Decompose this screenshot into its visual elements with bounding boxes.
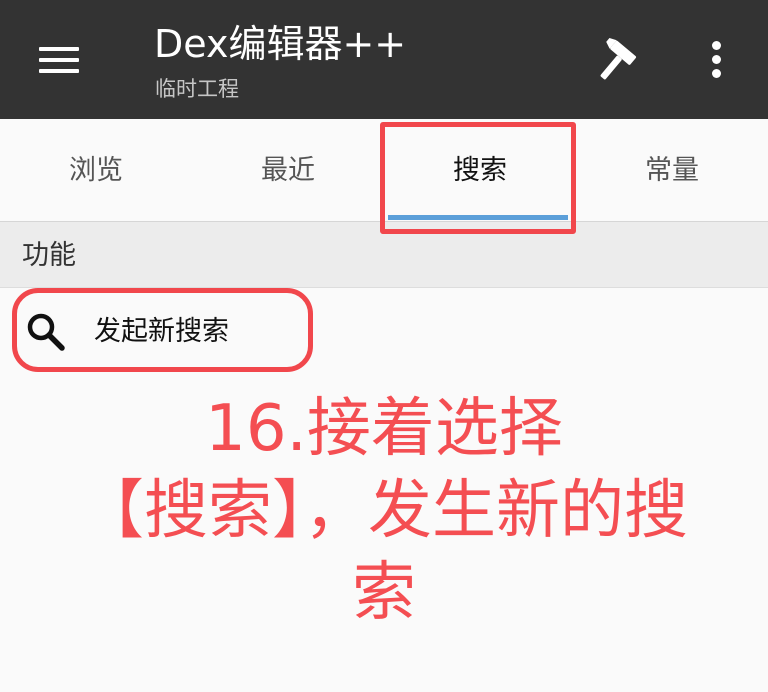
tab-constants[interactable]: 常量	[576, 119, 768, 221]
app-title: Dex编辑器++	[154, 22, 407, 66]
more-vert-icon[interactable]	[702, 38, 732, 82]
tab-browse[interactable]: 浏览	[0, 119, 192, 221]
section-title: 功能	[22, 240, 76, 271]
annotation-line-1: 16.接着选择	[205, 392, 563, 466]
annotation-line-2: 【搜索】，发生新的搜	[80, 474, 688, 548]
app-subtitle: 临时工程	[155, 77, 239, 101]
annotation-line-3: 索	[352, 556, 416, 630]
hammer-icon[interactable]	[590, 36, 640, 86]
menu-icon[interactable]	[36, 43, 82, 77]
app-bar: Dex编辑器++ 临时工程	[0, 0, 768, 119]
annotation-text: 16.接着选择 【搜索】，发生新的搜 索	[0, 388, 768, 634]
highlight-box-new-search	[12, 288, 313, 372]
tab-recent[interactable]: 最近	[192, 119, 384, 221]
highlight-box-search-tab	[380, 122, 576, 234]
